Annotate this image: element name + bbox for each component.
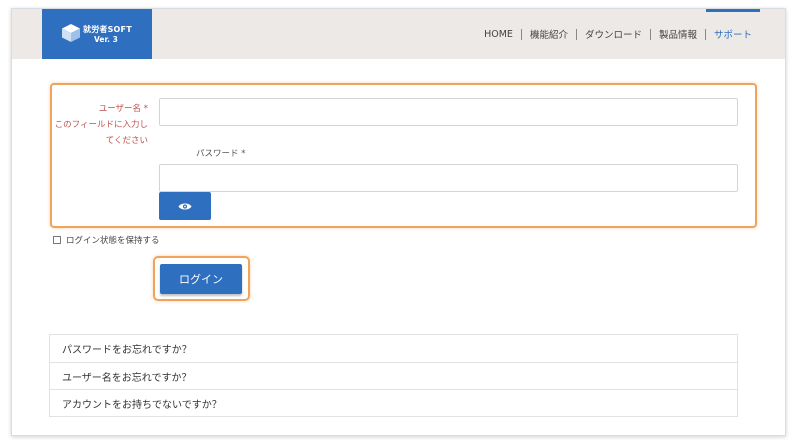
logo-version: Ver. 3 [94, 35, 118, 44]
username-error-text: このフィールドに入力し [54, 120, 148, 130]
nav-products[interactable]: 製品情報 [651, 9, 705, 59]
help-links: パスワードをお忘れですか？ ユーザー名をお忘れですか？ アカウントをお持ちでない… [49, 334, 738, 417]
login-button[interactable]: ログイン [160, 264, 242, 294]
eye-icon [178, 203, 192, 209]
password-input[interactable] [159, 164, 738, 192]
main-nav: HOME 機能紹介 ダウンロード 製品情報 サポート [476, 9, 761, 59]
nav-support[interactable]: サポート [705, 9, 761, 59]
nav-home[interactable]: HOME [476, 9, 521, 59]
logo-name: 就労者SOFT [83, 25, 132, 34]
password-label: パスワード * [196, 149, 246, 159]
remember-checkbox[interactable] [53, 236, 61, 244]
nav-download[interactable]: ダウンロード [577, 9, 650, 59]
site-logo[interactable]: 就労者SOFT Ver. 3 [42, 9, 152, 59]
forgot-password-link[interactable]: パスワードをお忘れですか？ [50, 335, 737, 362]
page-frame: 就労者SOFT Ver. 3 HOME 機能紹介 ダウンロード 製品情報 サポー… [11, 8, 786, 436]
register-link[interactable]: アカウントをお持ちでないですか？ [50, 389, 737, 416]
remember-me[interactable]: ログイン状態を保持する [53, 234, 160, 246]
nav-features[interactable]: 機能紹介 [522, 9, 576, 59]
username-label: ユーザー名 * [98, 104, 148, 114]
show-password-button[interactable] [159, 192, 211, 220]
username-error-text-cont: てください [105, 136, 148, 146]
forgot-username-link[interactable]: ユーザー名をお忘れですか？ [50, 362, 737, 389]
remember-label: ログイン状態を保持する [66, 236, 160, 246]
username-label-with-error: ユーザー名 * このフィールドに入力し てください [52, 101, 148, 149]
username-input[interactable] [159, 98, 738, 126]
site-header: 就労者SOFT Ver. 3 HOME 機能紹介 ダウンロード 製品情報 サポー… [12, 9, 785, 59]
cube-logo-icon [62, 24, 80, 42]
